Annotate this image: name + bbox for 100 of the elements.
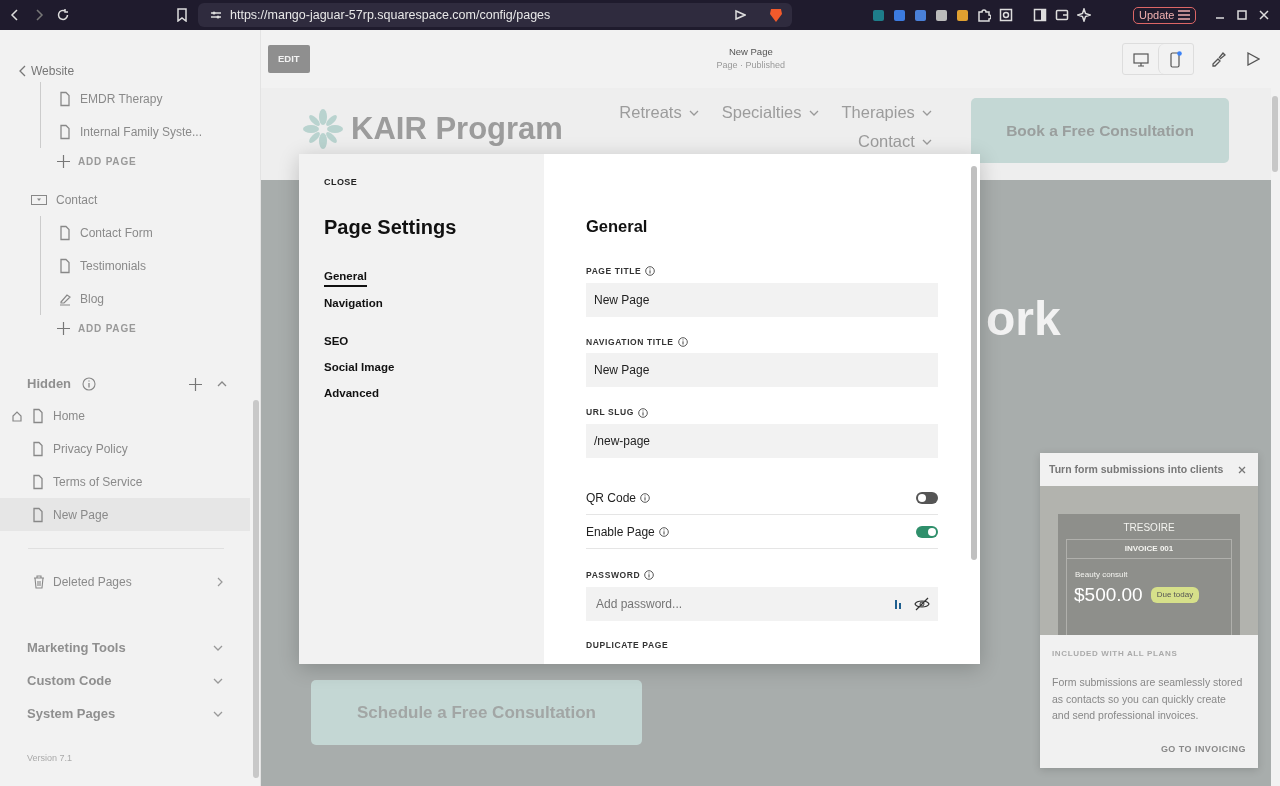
field-label: PASSWORD	[586, 569, 641, 582]
invoicing-link[interactable]: GO TO INVOICING	[1160, 743, 1246, 754]
field-label: PAGE TITLE	[586, 264, 642, 278]
section-heading: Hidden	[27, 375, 72, 394]
settings-tab[interactable]: SEO	[324, 330, 349, 357]
input-field[interactable]: /new-page	[586, 424, 938, 458]
plus-icon[interactable]	[189, 377, 202, 391]
settings-tab[interactable]: General	[324, 265, 367, 287]
hero-heading: ork	[986, 291, 1061, 347]
edit-button[interactable]: EDIT	[268, 44, 310, 74]
page-icon	[58, 257, 72, 274]
maximize-icon[interactable]	[1236, 9, 1249, 21]
section-toggle[interactable]: Marketing Tools	[0, 631, 260, 664]
input-field[interactable]: Add password...	[594, 593, 894, 614]
info-icon[interactable]	[82, 377, 97, 391]
site-nav-link[interactable]: Retreats	[619, 98, 700, 127]
nav-item[interactable]: Contact	[0, 183, 260, 216]
bookmark-icon[interactable]	[176, 8, 188, 22]
extension-icon[interactable]	[914, 8, 927, 22]
close-button[interactable]: CLOSE	[324, 176, 519, 190]
page-icon	[31, 506, 45, 523]
site-nav-link[interactable]: Therapies	[841, 98, 933, 127]
folder-icon	[31, 194, 47, 205]
eye-off-icon[interactable]	[914, 596, 930, 611]
info-icon[interactable]	[677, 336, 688, 347]
reload-icon[interactable]	[56, 8, 70, 22]
info-icon[interactable]	[645, 266, 656, 277]
info-icon[interactable]	[638, 407, 649, 418]
cta-button[interactable]: Book a Free Consultation	[971, 98, 1229, 163]
nav-item[interactable]: Testimonials	[41, 249, 260, 282]
scrollbar[interactable]	[971, 166, 977, 560]
add-page-button[interactable]: ADD PAGE	[0, 315, 260, 341]
nav-item[interactable]: Privacy Policy	[0, 432, 250, 465]
nav-item[interactable]: New Page	[0, 498, 250, 531]
toggle-switch[interactable]	[916, 491, 938, 504]
section-label: DUPLICATE PAGE	[586, 638, 669, 652]
invoice-item: Beauty consult	[1074, 569, 1129, 581]
scrollbar[interactable]	[1272, 96, 1278, 172]
dialog-title: Page Settings	[324, 214, 458, 240]
site-settings-icon[interactable]	[210, 9, 222, 21]
shield-icon[interactable]	[768, 7, 784, 23]
extension-icon[interactable]	[893, 8, 906, 22]
info-icon[interactable]	[644, 570, 655, 581]
card-body-text: Form submissions are seamlessly stored as contacts so you can quickly create and send professional invoices.	[1052, 675, 1244, 723]
eyebrow-text: INCLUDED WITH ALL PLANS	[1052, 648, 1179, 660]
extension-icon[interactable]	[935, 8, 948, 22]
nav-item[interactable]: Deleted Pages	[0, 565, 260, 598]
chevron-right-icon	[216, 576, 224, 587]
add-page-button[interactable]: ADD PAGE	[0, 148, 260, 174]
plus-icon	[57, 321, 70, 335]
invoice-amount: $500.00	[1074, 583, 1143, 607]
site-nav-link[interactable]: Contact	[858, 127, 933, 156]
input-field[interactable]: New Page	[586, 353, 938, 388]
update-button[interactable]: Update	[1133, 6, 1197, 24]
brush-icon[interactable]	[1210, 51, 1226, 67]
monitor-icon	[1132, 52, 1149, 67]
settings-tab[interactable]: Social Image	[324, 356, 395, 383]
section-heading: General	[586, 216, 649, 237]
section-toggle[interactable]: Custom Code	[0, 664, 260, 697]
invoice-number: INVOICE 001	[1067, 540, 1231, 559]
sidebar-icon[interactable]	[1033, 8, 1047, 22]
settings-tab[interactable]: Advanced	[324, 382, 379, 409]
page-icon	[58, 90, 72, 107]
site-logo[interactable]: KAIR Program	[351, 106, 563, 153]
sparkle-icon[interactable]	[1077, 8, 1091, 22]
section-toggle[interactable]: System Pages	[0, 697, 260, 730]
play-icon[interactable]	[1246, 52, 1260, 66]
scrollbar[interactable]	[253, 400, 259, 778]
flower-icon	[303, 109, 343, 150]
toggle-switch[interactable]	[916, 525, 938, 538]
menu-icon	[1178, 10, 1191, 20]
input-field[interactable]: New Page	[586, 282, 938, 317]
toggle-label: QR Code	[586, 489, 637, 507]
share-icon[interactable]	[734, 9, 746, 21]
nav-item[interactable]: Terms of Service	[0, 465, 250, 498]
nav-item[interactable]: Contact Form	[41, 216, 260, 249]
info-icon[interactable]	[640, 492, 651, 503]
extension-icon[interactable]	[956, 8, 969, 22]
phone-icon	[1170, 51, 1182, 69]
nav-item[interactable]: Home	[0, 399, 250, 432]
page-icon	[31, 473, 45, 490]
puzzle-icon[interactable]	[977, 8, 991, 22]
toggle-label: Enable Page	[586, 523, 655, 541]
wallet-icon[interactable]	[1055, 8, 1069, 22]
info-icon[interactable]	[658, 526, 669, 537]
settings-tab[interactable]: Navigation	[324, 292, 383, 319]
page-title: New Page	[727, 45, 774, 60]
nav-item[interactable]: Internal Family Syste...	[41, 115, 260, 148]
field-label: NAVIGATION TITLE	[586, 335, 674, 349]
password-field[interactable]: Add password...	[586, 586, 938, 621]
card-title: Turn form submissions into clients	[1049, 461, 1224, 477]
field-label: URL SLUG	[586, 406, 635, 419]
page-icon	[58, 123, 72, 140]
plus-icon	[57, 154, 70, 168]
site-nav-link[interactable]: Specialties	[721, 98, 820, 127]
version-text: Version 7.1	[26, 752, 74, 765]
nav-item[interactable]: Blog	[41, 282, 260, 315]
trash-icon	[33, 574, 45, 589]
page-icon	[31, 407, 45, 424]
due-badge: Due today	[1150, 587, 1200, 604]
